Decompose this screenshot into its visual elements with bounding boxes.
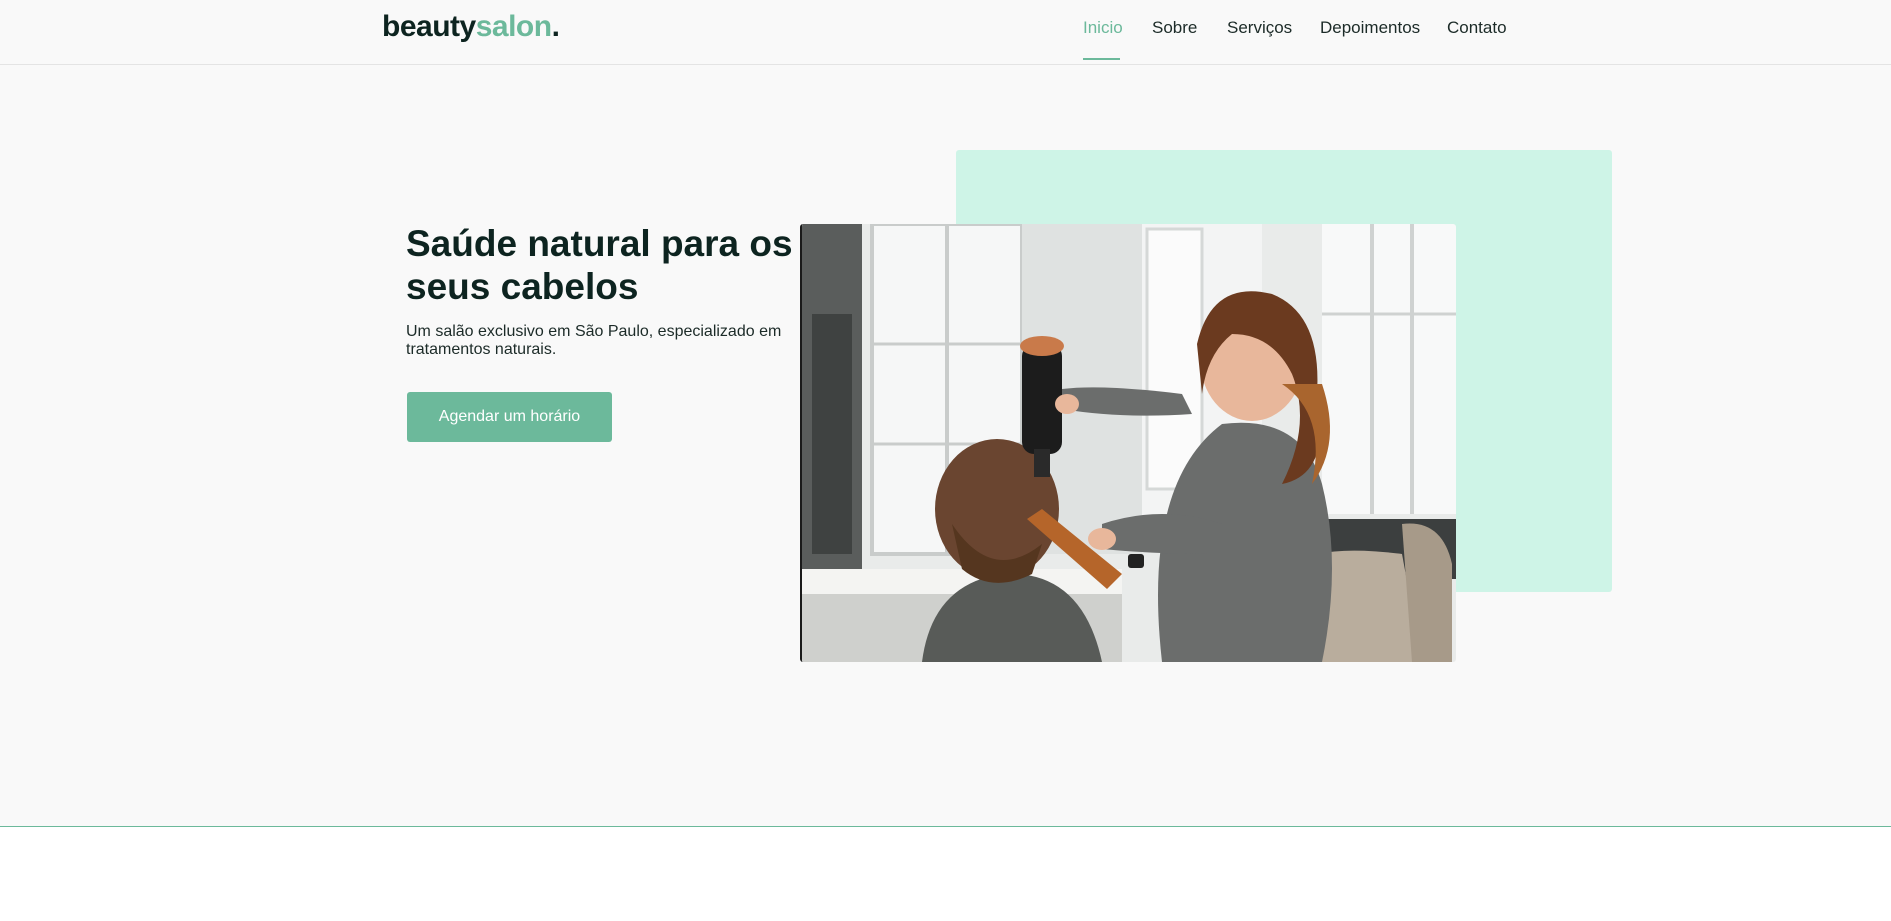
hero-title: Saúde natural para os seus cabelos xyxy=(406,223,793,307)
nav-item-servicos[interactable]: Serviços xyxy=(1227,18,1292,38)
brand-name-part1: beauty xyxy=(382,10,476,43)
hero-subtitle: Um salão exclusivo em São Paulo, especia… xyxy=(406,323,782,358)
nav-active-indicator xyxy=(1083,58,1120,60)
nav-item-depoimentos[interactable]: Depoimentos xyxy=(1320,18,1420,38)
nav-item-sobre[interactable]: Sobre xyxy=(1152,18,1197,38)
brand-name-dot: . xyxy=(551,10,560,43)
nav-item-contato[interactable]: Contato xyxy=(1447,18,1507,38)
brand-name-part2: salon xyxy=(475,10,552,43)
brand-logo[interactable]: beautysalon. xyxy=(382,10,560,44)
hero-image xyxy=(800,224,1456,662)
site-header: beautysalon. Inicio Sobre Serviços Depoi… xyxy=(0,0,1891,65)
hairdresser-photo-illustration xyxy=(802,224,1456,662)
hero-divider xyxy=(0,826,1891,827)
book-appointment-button[interactable]: Agendar um horário xyxy=(407,392,612,442)
nav-item-inicio[interactable]: Inicio xyxy=(1083,18,1123,38)
